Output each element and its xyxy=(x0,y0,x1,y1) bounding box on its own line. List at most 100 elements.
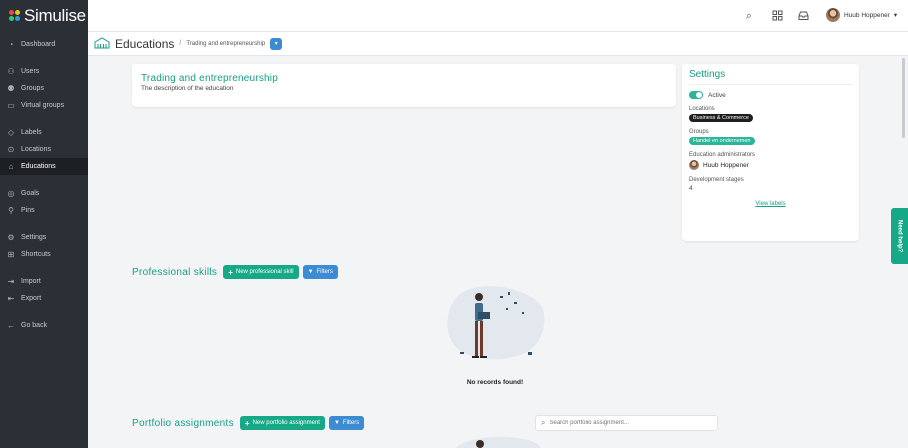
view-labels-link[interactable]: View labels xyxy=(689,201,852,207)
button-label: Filters xyxy=(316,269,333,275)
user-icon: ⚇ xyxy=(7,66,15,76)
section-title: Portfolio assignments xyxy=(132,417,234,429)
briefcase-icon: ▭ xyxy=(7,100,15,110)
export-icon: ⇤ xyxy=(7,293,15,303)
sidebar-item-locations[interactable]: ⊙ Locations xyxy=(0,141,88,158)
pin-icon: ⚲ xyxy=(8,205,14,215)
empty-state-message: No records found! xyxy=(466,379,524,386)
brand-logo[interactable]: Simulise xyxy=(0,0,88,32)
user-name: Huub Hoppener xyxy=(844,11,890,19)
plus-icon: + xyxy=(244,418,250,428)
users-icon: ⚉ xyxy=(7,83,15,93)
sidebar-divider xyxy=(0,307,88,317)
sidebar-item-label: Shortcuts xyxy=(21,251,51,258)
section-title: Professional skills xyxy=(132,266,218,278)
sidebar-divider xyxy=(0,263,88,273)
sidebar-item-label: Pins xyxy=(21,207,35,214)
sidebar-item-goals[interactable]: ◎ Goals xyxy=(0,185,88,202)
scrollbar[interactable] xyxy=(902,58,905,138)
top-header: ⌕ Huub Hoppener ▾ xyxy=(88,0,908,32)
school-icon: ⌂ xyxy=(8,161,14,171)
plus-icon: + xyxy=(228,267,233,277)
stages-label: Development stages xyxy=(689,177,744,183)
button-label: New portfolio assignment xyxy=(252,420,320,426)
sidebar-item-label: Locations xyxy=(21,146,51,153)
page-title[interactable]: Educations xyxy=(115,37,174,51)
sidebar-item-settings[interactable]: ⚙ Settings xyxy=(0,229,88,246)
arrow-left-icon: ← xyxy=(7,320,15,330)
dashboard-icon: ◔ xyxy=(8,39,14,49)
avatar xyxy=(826,8,840,22)
settings-card: Settings Active Locations Business & Com… xyxy=(682,64,859,241)
sidebar-item-label: Educations xyxy=(21,163,56,170)
active-toggle[interactable] xyxy=(689,91,703,99)
breadcrumb-dropdown-button[interactable]: ▾ xyxy=(270,37,283,50)
sidebar-divider xyxy=(0,219,88,229)
user-menu[interactable]: Huub Hoppener ▾ xyxy=(826,8,897,22)
new-professional-skill-button[interactable]: + New professional skill xyxy=(223,265,299,279)
sidebar-item-label: Groups xyxy=(21,85,44,92)
settings-title: Settings xyxy=(689,69,852,85)
stages-value: 4 xyxy=(689,185,693,192)
filter-icon: ▼ xyxy=(307,269,314,275)
locations-label: Locations xyxy=(689,106,715,112)
filters-button[interactable]: ▼ Filters xyxy=(328,416,365,430)
portfolio-assignments-header: Portfolio assignments + New portfolio ass… xyxy=(132,416,365,430)
breadcrumb: Educations / Trading and entrepreneurshi… xyxy=(88,32,908,56)
target-icon: ◎ xyxy=(7,188,15,198)
search-icon[interactable]: ⌕ xyxy=(743,10,755,22)
need-help-tab[interactable]: Need help? xyxy=(891,208,908,264)
new-portfolio-assignment-button[interactable]: + New portfolio assignment xyxy=(239,416,325,430)
education-description: The description of the education xyxy=(141,85,234,92)
admin-name: Huub Hoppener xyxy=(703,161,749,169)
button-label: New professional skill xyxy=(235,269,294,275)
logo-icon xyxy=(8,9,22,23)
sidebar-item-virtual-groups[interactable]: ▭ Virtual groups xyxy=(0,97,88,114)
group-badge: Handel en ondernemen xyxy=(689,137,755,145)
sidebar-item-label: Import xyxy=(21,278,41,285)
sidebar-item-users[interactable]: ⚇ Users xyxy=(0,63,88,80)
filters-button[interactable]: ▼ Filters xyxy=(302,265,338,279)
grid-icon: ⊞ xyxy=(7,249,15,259)
sidebar-item-label: Goals xyxy=(21,190,40,197)
empty-state-illustration xyxy=(447,286,545,360)
search-input[interactable] xyxy=(549,420,710,426)
sidebar: Simulise ◔ Dashboard ⚇ Users ⚉ Groups ▭ Virtual… xyxy=(0,0,88,448)
sidebar-item-pins[interactable]: ⚲ Pins xyxy=(0,202,88,219)
sidebar-divider xyxy=(0,53,88,63)
education-title: Trading and entrepreneurship xyxy=(141,73,278,84)
sidebar-divider xyxy=(0,114,88,124)
sidebar-item-shortcuts[interactable]: ⊞ Shortcuts xyxy=(0,246,88,263)
import-icon: ⇥ xyxy=(7,276,15,286)
brand-name: Simulise xyxy=(24,6,86,25)
map-pin-icon: ⊙ xyxy=(7,144,15,154)
breadcrumb-current: Trading and entrepreneurship xyxy=(186,40,266,47)
active-label: Active xyxy=(708,91,726,99)
search-icon: ⌕ xyxy=(541,418,546,427)
education-card: Trading and entrepreneurship The descrip… xyxy=(132,64,676,107)
professional-skills-header: Professional skills + New professional sk… xyxy=(132,265,338,279)
avatar xyxy=(689,160,699,170)
filter-icon: ▼ xyxy=(333,420,340,426)
sidebar-item-export[interactable]: ⇤ Export xyxy=(0,290,88,307)
button-label: Filters xyxy=(342,420,360,426)
sidebar-item-dashboard[interactable]: ◔ Dashboard xyxy=(0,36,88,53)
apps-grid-icon[interactable] xyxy=(771,10,783,22)
sidebar-item-label: Export xyxy=(21,295,42,302)
gear-icon: ⚙ xyxy=(7,232,15,242)
breadcrumb-separator: / xyxy=(179,40,182,47)
school-icon xyxy=(94,36,110,51)
tag-icon: ◇ xyxy=(7,127,15,137)
inbox-icon[interactable] xyxy=(797,10,809,22)
groups-label: Groups xyxy=(689,129,709,135)
admins-label: Education administrators xyxy=(689,152,756,158)
portfolio-search[interactable]: ⌕ xyxy=(535,415,718,431)
sidebar-item-import[interactable]: ⇥ Import xyxy=(0,273,88,290)
sidebar-item-label: Settings xyxy=(21,234,47,241)
sidebar-item-groups[interactable]: ⚉ Groups xyxy=(0,80,88,97)
sidebar-item-educations[interactable]: ⌂ Educations xyxy=(0,158,88,175)
sidebar-item-go-back[interactable]: ← Go back xyxy=(0,317,88,334)
sidebar-item-labels[interactable]: ◇ Labels xyxy=(0,124,88,141)
empty-state-illustration xyxy=(456,436,540,448)
sidebar-nav: ◔ Dashboard ⚇ Users ⚉ Groups ▭ Virtual groups ◇ L… xyxy=(0,36,88,334)
